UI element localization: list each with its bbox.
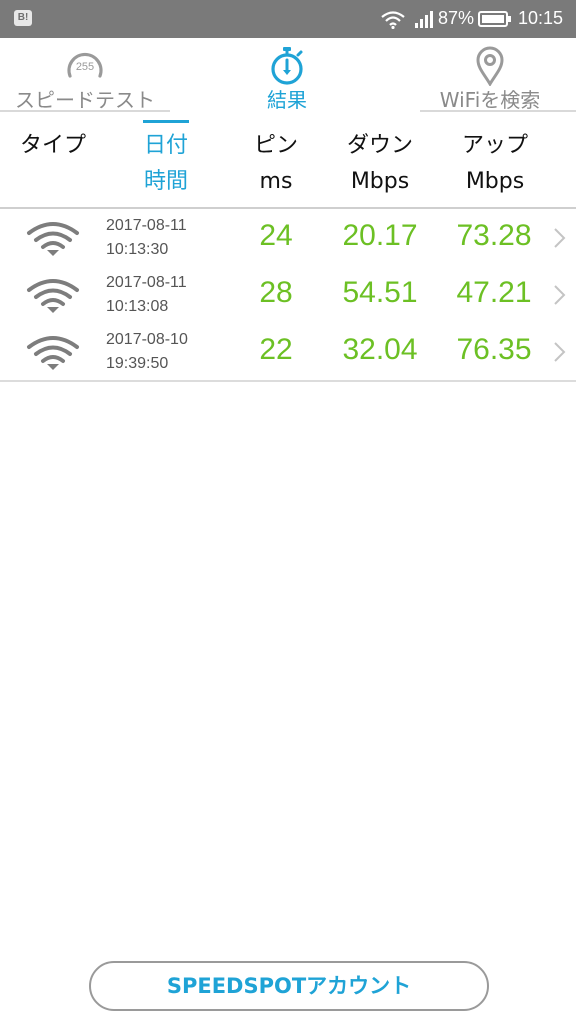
tab-results[interactable]: 結果	[212, 38, 362, 112]
column-header-datetime[interactable]: 日付 時間	[126, 128, 206, 200]
status-bar: B! 87% 10:15	[0, 0, 576, 38]
result-date: 2017-08-11	[106, 217, 187, 234]
speedspot-account-button[interactable]: SPEEDSPOTアカウント	[89, 961, 489, 1011]
result-download: 20.17	[342, 219, 418, 252]
tab-divider	[0, 110, 170, 112]
stopwatch-icon	[271, 47, 303, 85]
wifi-icon	[27, 222, 79, 256]
location-pin-icon	[476, 46, 504, 86]
cell-signal-icon	[415, 11, 433, 28]
tab-wifi-label: WiFiを検索	[439, 88, 541, 112]
column-header-upload-label: アップ	[461, 133, 528, 158]
column-header-time-label: 時間	[143, 169, 188, 194]
column-header-download-label: ダウン	[346, 133, 413, 158]
result-row[interactable]: 2017-08-10 19:39:50 22 32.04 76.35	[0, 323, 576, 382]
column-header-upload-unit: Mbps	[465, 169, 525, 194]
result-date: 2017-08-10	[106, 331, 188, 348]
result-time: 10:13:08	[106, 298, 169, 315]
wifi-icon	[27, 279, 79, 313]
chevron-right-icon	[554, 228, 566, 248]
result-date: 2017-08-11	[106, 274, 187, 291]
app-notification-icon: B!	[14, 10, 32, 26]
tab-divider	[420, 110, 576, 112]
result-download: 32.04	[342, 333, 418, 366]
tab-speedtest-label: スピードテスト	[15, 88, 155, 112]
result-ping: 28	[259, 276, 293, 309]
tab-bar: 255 スピードテスト 結果 WiFiを検索	[0, 38, 576, 112]
column-header-type-label: タイプ	[19, 133, 86, 158]
result-row[interactable]: 2017-08-11 10:13:30 24 20.17 73.28	[0, 209, 576, 268]
speedometer-gauge-text: 255	[76, 61, 94, 73]
column-header-download[interactable]: ダウン Mbps	[328, 128, 432, 200]
tab-wifi-search[interactable]: WiFiを検索	[420, 38, 560, 112]
result-ping: 24	[259, 219, 293, 252]
result-upload: 47.21	[456, 276, 532, 309]
battery-percent: 87%	[438, 8, 475, 28]
result-ping: 22	[259, 333, 293, 366]
result-upload: 73.28	[456, 219, 532, 252]
column-header-type[interactable]: タイプ	[8, 128, 98, 164]
column-header-ping[interactable]: ピン ms	[236, 128, 316, 200]
result-upload: 76.35	[456, 333, 532, 366]
result-download: 54.51	[342, 276, 418, 309]
sort-indicator	[143, 120, 189, 123]
result-row[interactable]: 2017-08-11 10:13:08 28 54.51 47.21	[0, 266, 576, 325]
column-header-ping-unit: ms	[259, 169, 293, 194]
column-header-ping-label: ピン	[253, 133, 298, 158]
clock: 10:15	[518, 8, 564, 28]
battery-icon	[478, 11, 511, 27]
column-header-date-label: 日付	[143, 133, 188, 158]
tab-results-label: 結果	[267, 88, 307, 112]
chevron-right-icon	[554, 342, 566, 362]
wifi-icon	[27, 336, 79, 370]
column-header-download-unit: Mbps	[350, 169, 410, 194]
chevron-right-icon	[554, 285, 566, 305]
tab-speedtest[interactable]: 255 スピードテスト	[0, 38, 170, 112]
wifi-status-icon	[381, 11, 405, 29]
result-time: 10:13:30	[106, 241, 169, 258]
result-time: 19:39:50	[106, 355, 169, 372]
column-header-upload[interactable]: アップ Mbps	[443, 128, 547, 200]
speedometer-icon: 255	[67, 52, 103, 78]
